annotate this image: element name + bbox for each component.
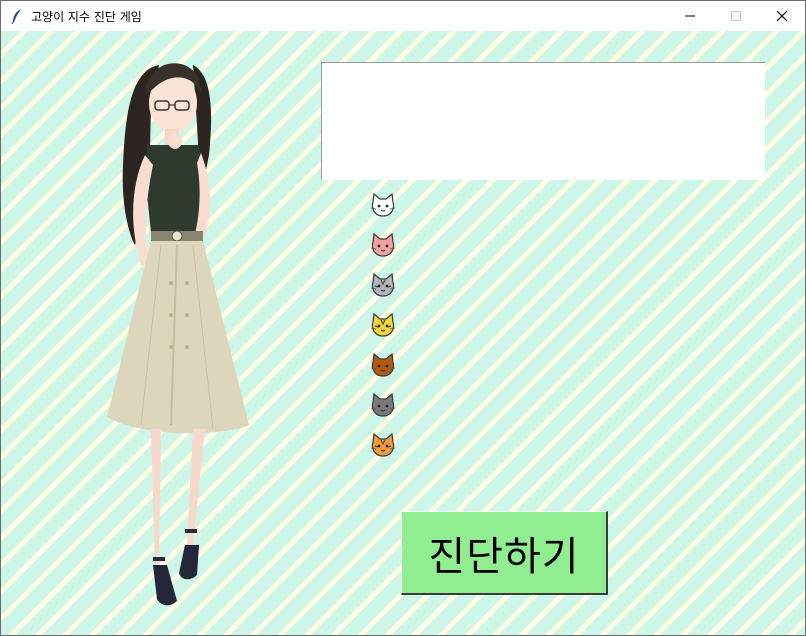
diagnose-button[interactable]: 진단하기 [401,511,608,595]
close-icon [776,10,788,22]
app-window: 고양이 지수 진단 게임 진단하기 [0,0,806,636]
maximize-icon [731,11,741,21]
close-button[interactable] [759,1,805,31]
anime-girl-illustration [107,63,249,606]
brown-cat-icon [370,352,396,377]
maximize-button[interactable] [713,1,759,31]
window-title: 고양이 지수 진단 게임 [31,10,142,24]
pink-cat-icon [370,232,396,257]
game-canvas: 진단하기 [1,31,805,635]
dark-gray-cat-icon [370,392,396,417]
result-textbox[interactable] [321,62,765,180]
minimize-button[interactable] [667,1,713,31]
yellow-tabby-cat-icon [370,312,396,337]
orange-tiger-cat-icon [370,432,396,457]
feather-icon [11,9,21,24]
gray-tabby-cat-icon [370,272,396,297]
minimize-icon [685,15,695,17]
white-cat-icon [370,192,396,217]
title-bar[interactable]: 고양이 지수 진단 게임 [1,1,805,31]
